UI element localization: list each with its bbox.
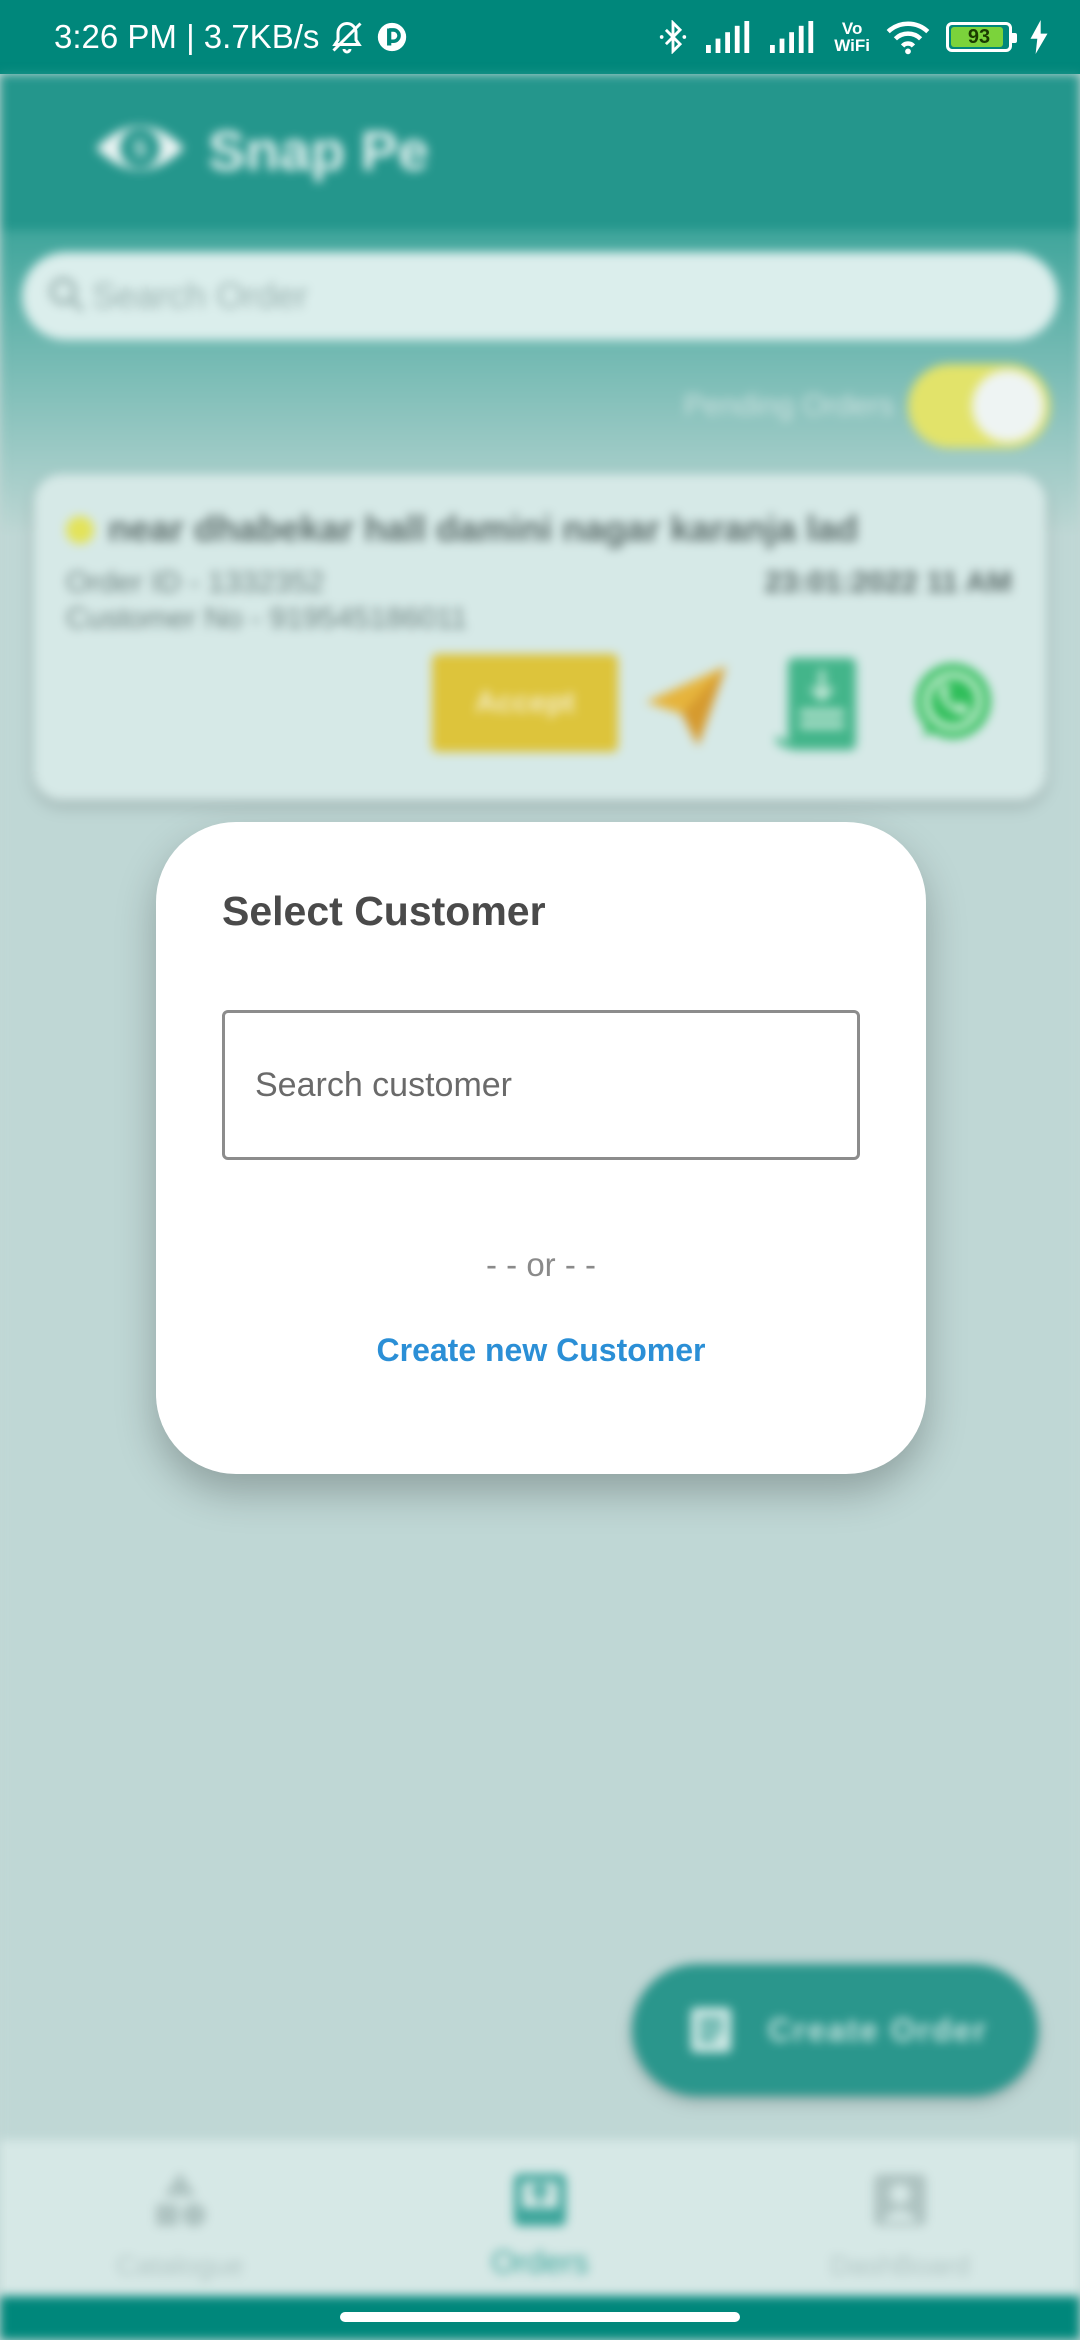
create-order-label: Create Order bbox=[768, 2011, 988, 2048]
select-customer-dialog: Select Customer - - or - - Create new Cu… bbox=[156, 822, 926, 1474]
pending-orders-label: Pending Orders bbox=[683, 389, 894, 422]
document-icon bbox=[690, 2007, 732, 2053]
search-order-input[interactable]: Search Order bbox=[22, 252, 1058, 340]
nav-item-orders[interactable]: Orders bbox=[390, 2140, 690, 2296]
toggle-knob bbox=[972, 370, 1044, 442]
or-separator: - - or - - bbox=[486, 1246, 596, 1283]
snappe-eye-logo-icon: S bbox=[96, 126, 184, 170]
nav-label-catalogue: Catalogue bbox=[116, 2250, 244, 2281]
bluetooth-icon bbox=[656, 20, 690, 54]
signal-icon-1 bbox=[706, 21, 754, 53]
status-left: 3:26 PM | 3.7KB/s bbox=[54, 0, 409, 74]
signal-icon-2 bbox=[770, 21, 818, 53]
create-order-button[interactable]: Create Order bbox=[632, 1964, 1038, 2096]
app-brand: Snap Pe bbox=[208, 119, 429, 182]
svg-text:S: S bbox=[133, 136, 148, 161]
whatsapp-icon[interactable] bbox=[908, 658, 998, 748]
vowifi-bottom: WiFi bbox=[834, 36, 870, 55]
nav-item-dashboard[interactable]: DashBoard bbox=[750, 2140, 1050, 2296]
battery-icon: 93 bbox=[946, 22, 1017, 52]
receipt-icon[interactable] bbox=[776, 654, 862, 754]
time-speed-text: 3:26 PM | 3.7KB/s bbox=[54, 18, 320, 55]
home-indicator[interactable] bbox=[340, 2312, 740, 2322]
pending-orders-row: Pending Orders bbox=[684, 364, 1050, 448]
wifi-icon bbox=[886, 19, 930, 55]
dialog-title: Select Customer bbox=[222, 888, 546, 934]
orders-inbox-icon bbox=[514, 2174, 566, 2226]
pending-orders-toggle[interactable] bbox=[908, 364, 1050, 448]
send-icon[interactable] bbox=[638, 658, 734, 754]
accept-button[interactable]: Accept bbox=[432, 654, 618, 752]
search-icon bbox=[49, 277, 85, 313]
app-notification-icon bbox=[375, 20, 409, 54]
nav-item-catalogue[interactable]: Catalogue bbox=[30, 2140, 330, 2296]
order-address: near dhabekar hall damini nagar karanja … bbox=[108, 508, 859, 549]
order-datetime: 23:01:2022 11 AM bbox=[764, 566, 1012, 599]
search-order-placeholder: Search Order bbox=[92, 275, 309, 316]
app-header: S Snap Pe bbox=[0, 74, 1080, 230]
status-bar: 3:26 PM | 3.7KB/s Vo WiFi 93 bbox=[0, 0, 1080, 74]
battery-level: 93 bbox=[967, 25, 991, 48]
nav-label-orders: Orders bbox=[491, 2244, 589, 2280]
shapes-icon bbox=[156, 2172, 206, 2227]
charging-icon bbox=[1028, 20, 1050, 54]
mute-bell-icon bbox=[329, 19, 365, 55]
vowifi-top: Vo bbox=[841, 19, 863, 38]
search-customer-input[interactable] bbox=[222, 1010, 860, 1160]
order-id: Order ID - 1332352 bbox=[66, 566, 325, 599]
bottom-nav: Catalogue Orders DashBoard bbox=[0, 2140, 1080, 2296]
nav-label-dashboard: DashBoard bbox=[829, 2250, 971, 2281]
create-new-customer-link[interactable]: Create new Customer bbox=[156, 1332, 926, 1369]
order-card[interactable]: near dhabekar hall damini nagar karanja … bbox=[34, 474, 1046, 800]
order-status-dot bbox=[66, 516, 94, 544]
status-right: Vo WiFi 93 bbox=[656, 0, 1050, 74]
profile-icon bbox=[874, 2174, 926, 2226]
vowifi-indicator: Vo WiFi bbox=[834, 20, 870, 54]
customer-number: Customer No - 919545186011 bbox=[66, 602, 468, 635]
